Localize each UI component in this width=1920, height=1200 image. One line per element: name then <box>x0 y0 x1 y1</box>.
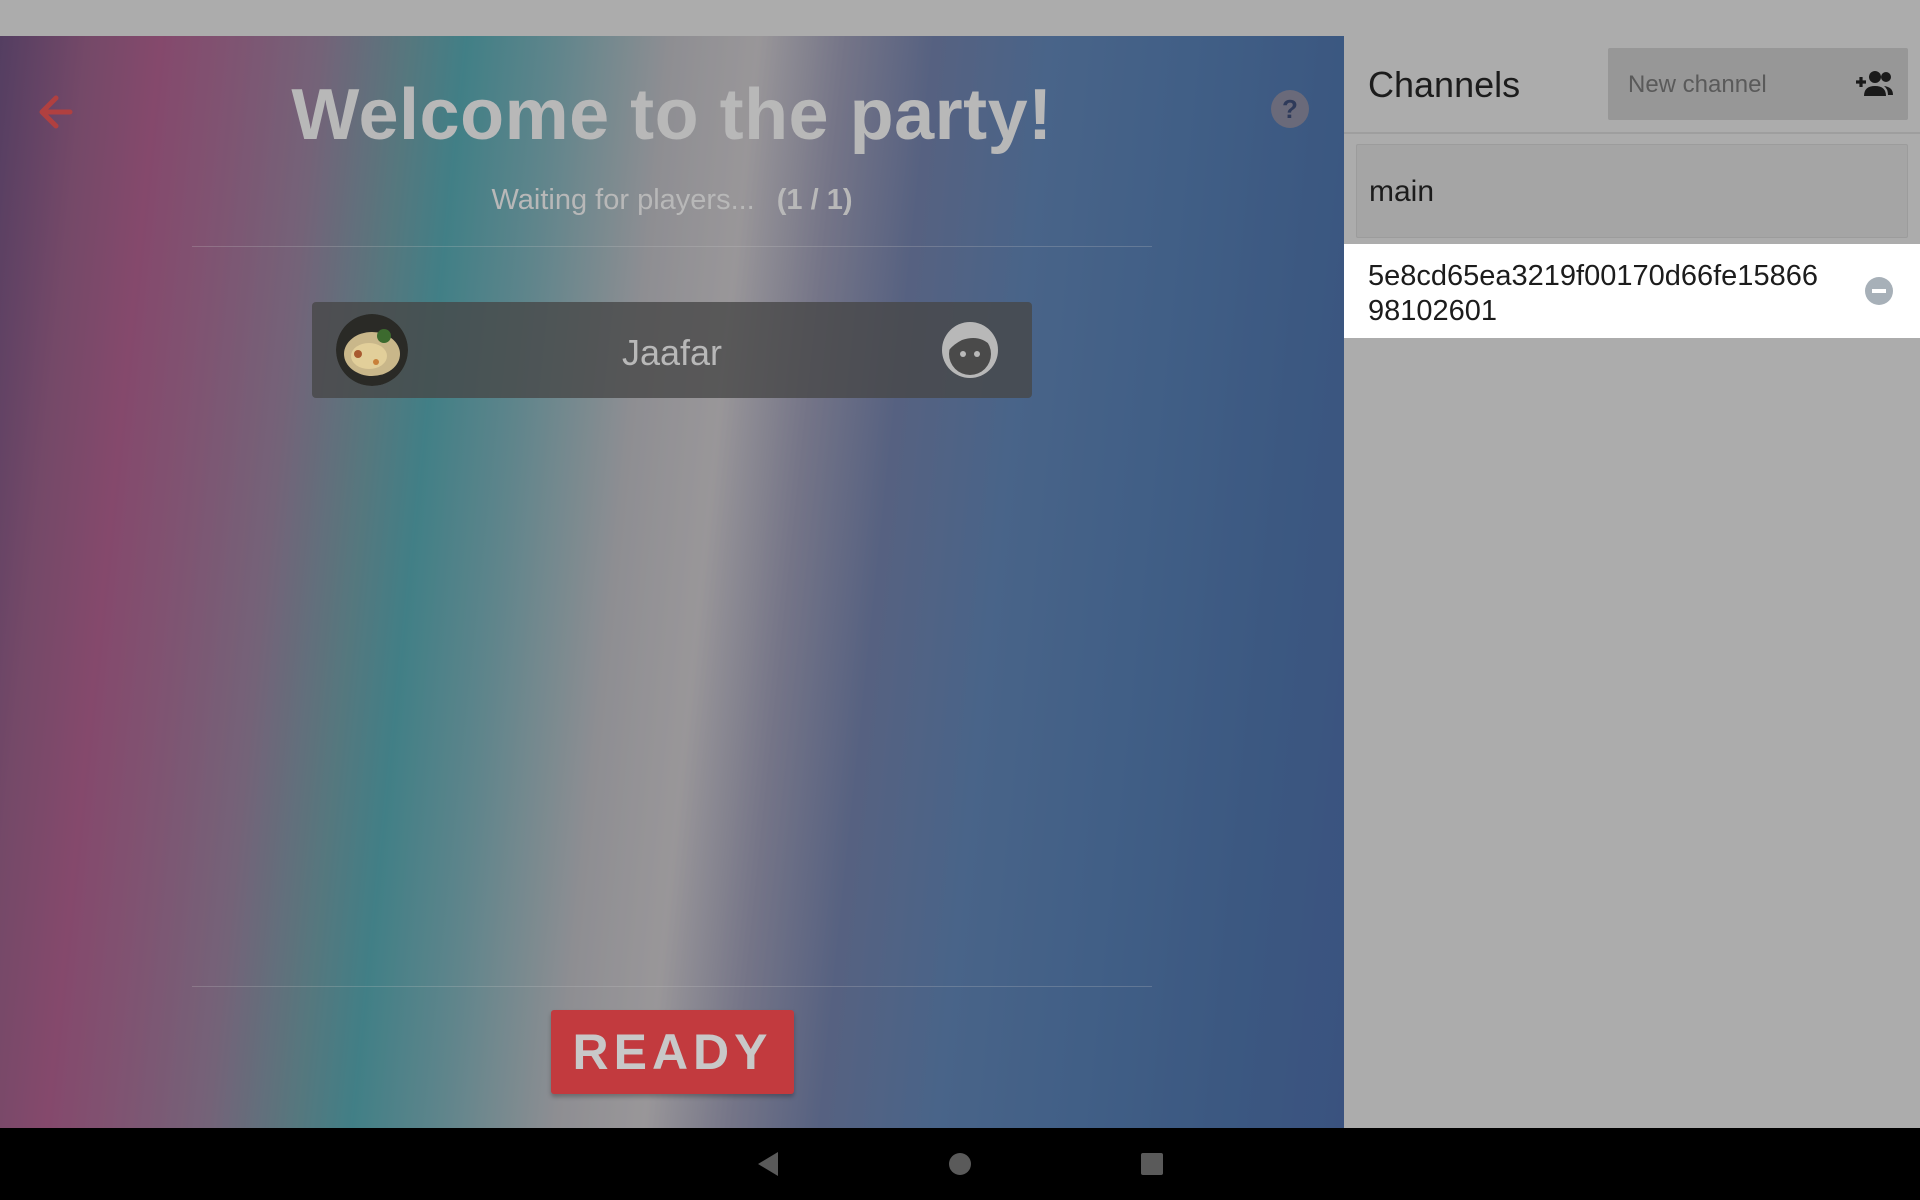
back-triangle-icon[interactable] <box>750 1146 786 1182</box>
channels-panel: Channels main 5e8cd65ea3219f00170d66fe15… <box>1344 36 1920 1128</box>
face-icon <box>942 322 998 378</box>
waiting-text: Waiting for players... <box>491 184 755 216</box>
game-lobby: Welcome to the party! ? Waiting for play… <box>0 36 1344 1128</box>
minus-circle-icon[interactable] <box>1864 276 1894 306</box>
new-channel-field[interactable] <box>1608 48 1908 120</box>
channels-header: Channels <box>1344 36 1920 134</box>
system-nav-bar <box>0 1128 1920 1200</box>
status-bar <box>0 0 1920 36</box>
player-count: (1 / 1) <box>776 184 853 216</box>
home-circle-icon[interactable] <box>942 1146 978 1182</box>
page-title: Welcome to the party! <box>291 75 1053 155</box>
divider <box>192 246 1152 247</box>
channel-item-selected[interactable]: 5e8cd65ea3219f00170d66fe1586698102601 <box>1344 244 1920 338</box>
channel-label: 5e8cd65ea3219f00170d66fe1586698102601 <box>1368 260 1818 327</box>
channel-item-main[interactable]: main <box>1356 144 1908 238</box>
player-card: Jaafar <box>312 302 1032 398</box>
divider <box>192 986 1152 987</box>
channel-label: main <box>1369 175 1435 208</box>
question-mark-icon[interactable]: ? <box>1270 89 1310 129</box>
channels-title: Channels <box>1368 64 1521 105</box>
recents-square-icon[interactable] <box>1134 1146 1170 1182</box>
ready-button[interactable]: READY <box>551 1010 794 1094</box>
add-user-icon[interactable] <box>1854 66 1894 102</box>
player-name: Jaafar <box>621 332 723 373</box>
svg-text:?: ? <box>1282 94 1298 124</box>
waiting-status: Waiting for players... (1 / 1) <box>0 184 1344 217</box>
new-channel-input[interactable] <box>1626 66 1850 104</box>
